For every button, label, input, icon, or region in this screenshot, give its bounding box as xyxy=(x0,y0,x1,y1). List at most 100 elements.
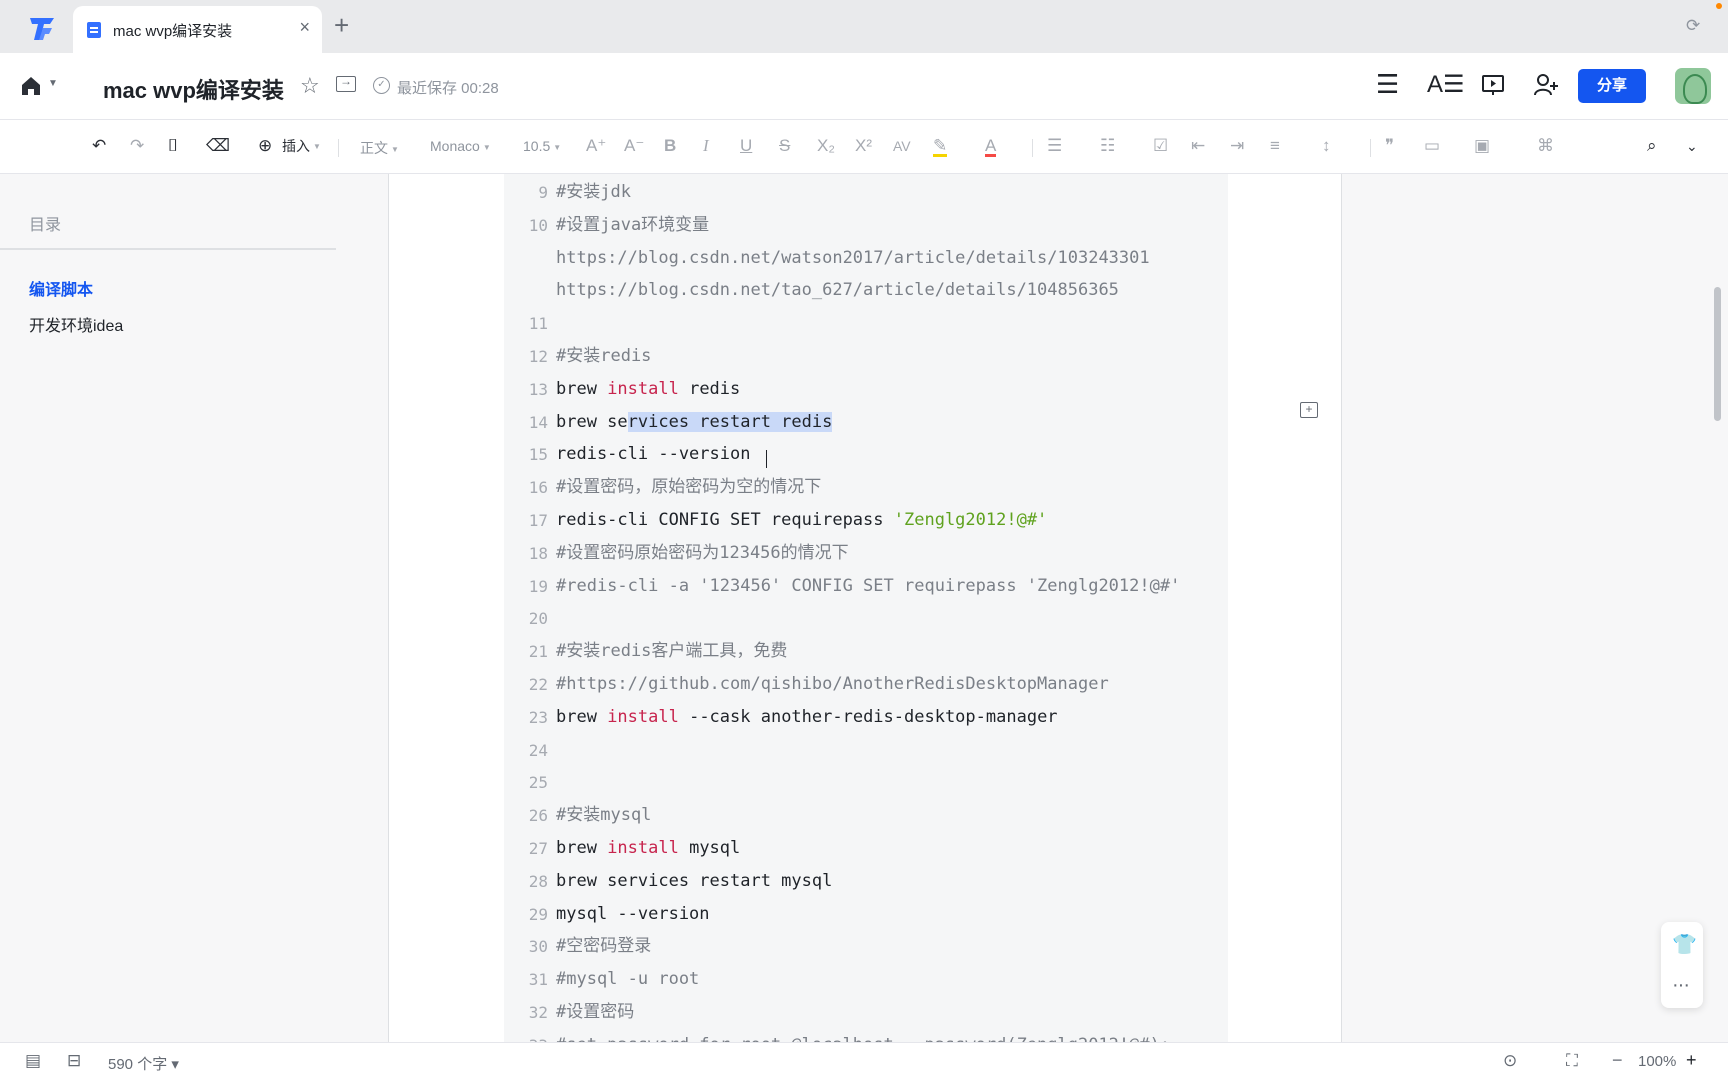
font-size-select[interactable]: 10.5 ▼ xyxy=(523,138,561,154)
code-line[interactable]: 21 #安装redis客户端工具，免费 xyxy=(504,635,1228,668)
close-tab-icon[interactable]: × xyxy=(299,17,310,38)
outline-icon[interactable]: ☰ xyxy=(1376,71,1399,97)
outdent-icon[interactable]: ⇤ xyxy=(1191,137,1205,154)
code-line[interactable]: 30 #空密码登录 xyxy=(504,930,1228,963)
home-dropdown-icon[interactable]: ▼ xyxy=(48,78,58,89)
app-logo-icon[interactable] xyxy=(26,14,58,42)
code-comment: #设置密码原始密码为123456的情况下 xyxy=(556,542,849,563)
word-count[interactable]: 590 个字 ▾ xyxy=(108,1053,179,1074)
code-block[interactable]: 9 #安装jdk 10 #设置java环境变量 https://blog.csdn.ne… xyxy=(504,174,1228,1055)
plugin-icon[interactable]: ⌘ xyxy=(1537,137,1554,154)
zoom-level[interactable]: 100% xyxy=(1638,1053,1676,1070)
paragraph-style-select[interactable]: 正文 ▼ xyxy=(360,138,399,158)
numbered-list-icon[interactable]: ☷ xyxy=(1100,137,1115,154)
code-line[interactable]: 13 brew install redis xyxy=(504,373,1228,406)
toc-item[interactable]: 编译脚本 xyxy=(29,276,93,300)
checklist-icon[interactable]: ☑ xyxy=(1153,137,1168,154)
code-text: #安装mysql xyxy=(556,799,651,832)
code-line[interactable]: 25 xyxy=(504,766,1228,799)
code-line[interactable]: 24 xyxy=(504,734,1228,767)
code-text: mysql --version xyxy=(556,898,710,931)
code-line[interactable]: 15 redis-cli --version xyxy=(504,438,1228,471)
search-icon[interactable]: ⌕ xyxy=(1647,137,1657,154)
move-icon[interactable] xyxy=(336,74,356,92)
subscript-icon[interactable]: X₂ xyxy=(817,137,835,154)
insert-button[interactable]: 插入 ▼ xyxy=(282,139,321,153)
star-icon[interactable]: ☆ xyxy=(300,73,320,99)
strikethrough-icon[interactable]: S xyxy=(779,137,790,154)
theme-icon[interactable]: 👕 xyxy=(1672,932,1697,957)
code-line[interactable]: 20 xyxy=(504,602,1228,635)
code-line[interactable]: 11 xyxy=(504,307,1228,340)
new-tab-icon[interactable]: + xyxy=(334,12,349,38)
highlight-icon[interactable]: ✎ xyxy=(933,137,948,157)
indent-icon[interactable]: ⇥ xyxy=(1230,137,1244,154)
format-painter-icon[interactable]: ⌷ xyxy=(168,137,178,154)
font-color-icon[interactable]: A xyxy=(985,137,997,157)
outline-view-icon[interactable]: ▤ xyxy=(25,1051,41,1071)
more-icon[interactable]: ··· xyxy=(1672,974,1690,997)
code-line[interactable]: 27 brew install mysql xyxy=(504,832,1228,865)
present-icon[interactable] xyxy=(1481,73,1505,97)
code-line[interactable]: 10 #设置java环境变量 xyxy=(504,209,1228,242)
italic-icon[interactable]: I xyxy=(703,137,709,154)
bullet-list-icon[interactable]: ☰ xyxy=(1047,137,1062,154)
home-icon[interactable] xyxy=(20,75,42,97)
zoom-in-icon[interactable]: + xyxy=(1686,1050,1697,1071)
play-icon[interactable]: ⊙ xyxy=(1503,1051,1517,1071)
bold-icon[interactable]: B xyxy=(664,137,676,154)
code-line[interactable]: 16 #设置密码，原始密码为空的情况下 xyxy=(504,471,1228,504)
line-spacing-icon[interactable]: ↕ xyxy=(1322,137,1331,154)
refresh-icon[interactable]: ⟳ xyxy=(1686,16,1700,36)
code-line[interactable]: 12 #安装redis xyxy=(504,340,1228,373)
document-title[interactable]: mac wvp编译安装 xyxy=(103,73,284,105)
quote-icon[interactable]: ❞ xyxy=(1385,137,1394,154)
font-decrease-icon[interactable]: A⁻ xyxy=(624,137,644,154)
code-line[interactable]: 9 #安装jdk xyxy=(504,176,1228,209)
text-style-icon[interactable]: A☰ xyxy=(1427,73,1465,97)
code-line[interactable]: 26 #安装mysql xyxy=(504,799,1228,832)
superscript-icon[interactable]: X² xyxy=(855,137,872,154)
redo-icon[interactable]: ↷ xyxy=(130,137,144,154)
font-increase-icon[interactable]: A⁺ xyxy=(586,137,606,154)
char-spacing-icon[interactable]: AV xyxy=(893,139,911,153)
code-line[interactable]: 23 brew install --cask another-redis-desk… xyxy=(504,701,1228,734)
font-family-select[interactable]: Monaco ▼ xyxy=(430,138,491,154)
add-comment-icon[interactable]: + xyxy=(1300,402,1318,418)
align-icon[interactable]: ≡ xyxy=(1270,137,1280,154)
insert-icon[interactable]: ⊕ xyxy=(258,137,272,154)
document-page[interactable]: 9 #安装jdk 10 #设置java环境变量 https://blog.csdn.ne… xyxy=(388,174,1342,1055)
scrollbar[interactable] xyxy=(1714,287,1721,421)
zoom-out-icon[interactable]: − xyxy=(1612,1050,1623,1071)
line-number: 26 xyxy=(528,806,548,826)
code-comment: #安装redis客户端工具，免费 xyxy=(556,641,788,662)
block-icon[interactable]: ▭ xyxy=(1424,137,1440,154)
template-icon[interactable]: ▣ xyxy=(1474,137,1490,154)
code-line[interactable]: 19 #redis-cli -a '123456' CONFIG SET requ… xyxy=(504,570,1228,603)
line-number: 14 xyxy=(528,412,548,432)
code-line[interactable]: 18 #设置密码原始密码为123456的情况下 xyxy=(504,537,1228,570)
toc-item[interactable]: 开发环境idea xyxy=(29,312,123,336)
document-tab[interactable]: mac wvp编译安装 × xyxy=(73,6,322,53)
code-line[interactable]: 31 #mysql -u root xyxy=(504,963,1228,996)
add-collaborator-icon[interactable] xyxy=(1533,73,1559,97)
code-line[interactable]: 28 brew services restart mysql xyxy=(504,865,1228,898)
avatar[interactable] xyxy=(1675,68,1711,104)
collapse-icon[interactable]: ⌄ xyxy=(1686,139,1698,153)
underline-icon[interactable]: U xyxy=(740,137,752,154)
code-line[interactable]: https://blog.csdn.net/tao_627/article/de… xyxy=(504,274,1228,307)
eraser-icon[interactable]: ⌫ xyxy=(206,137,230,154)
page-view-icon[interactable]: ⊟ xyxy=(67,1051,81,1071)
code-line[interactable]: 29 mysql --version xyxy=(504,898,1228,931)
line-number: 12 xyxy=(528,347,548,366)
code-line[interactable]: 14 brew services restart redis xyxy=(504,406,1228,439)
fullscreen-icon[interactable]: ⛶ xyxy=(1566,1051,1578,1071)
code-line[interactable]: 32 #设置密码 xyxy=(504,996,1228,1029)
share-button[interactable]: 分享 xyxy=(1578,69,1646,103)
code-line[interactable]: 22 #https://github.com/qishibo/AnotherRed… xyxy=(504,668,1228,701)
code-line[interactable]: 17 redis-cli CONFIG SET requirepass 'Zeng… xyxy=(504,504,1228,537)
line-number: 16 xyxy=(528,478,548,498)
code-comment: #安装jdk xyxy=(556,182,631,202)
code-line[interactable]: https://blog.csdn.net/watson2017/article… xyxy=(504,242,1228,275)
undo-icon[interactable]: ↶ xyxy=(92,137,106,154)
